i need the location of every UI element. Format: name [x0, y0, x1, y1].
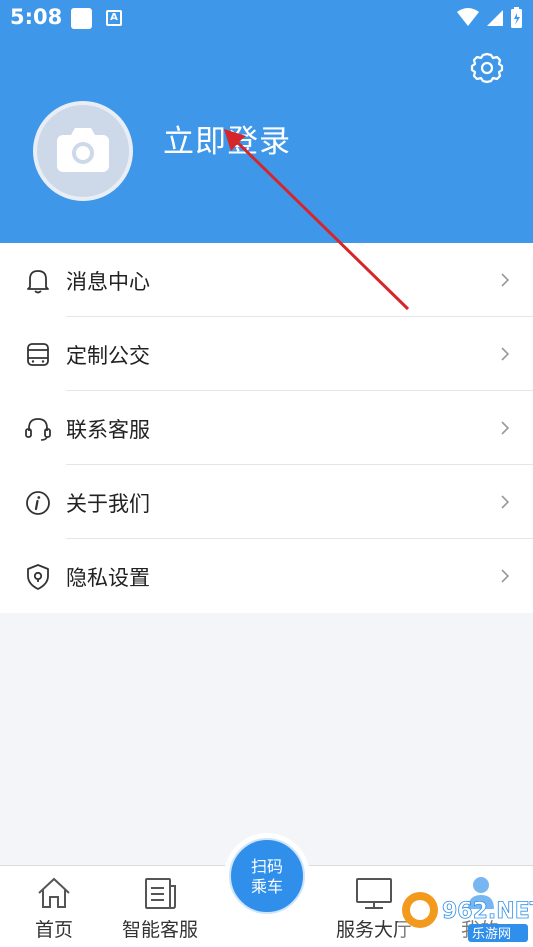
- login-button[interactable]: 立即登录: [163, 116, 291, 161]
- scan-label-line1: 扫码: [250, 857, 283, 876]
- scan-ride-circle: 扫码 乘车: [229, 838, 305, 914]
- gear-icon: [470, 52, 504, 84]
- menu-item-about-us[interactable]: 关于我们: [0, 465, 533, 539]
- signal-icon: [487, 10, 503, 26]
- scan-label-line2: 乘车: [250, 877, 283, 896]
- tab-label: 首页: [34, 919, 73, 941]
- bus-icon: [27, 343, 49, 366]
- menu-item-label: 关于我们: [66, 492, 150, 516]
- menu-item-privacy-settings[interactable]: 隐私设置: [0, 539, 533, 613]
- tab-home[interactable]: 首页: [14, 866, 94, 947]
- menu-item-label: 消息中心: [66, 270, 150, 294]
- menu-list: 消息中心 定制公交 联系客服 关于我们 隐私设置: [0, 243, 533, 613]
- chevron-right-icon: [501, 569, 510, 583]
- menu-item-label: 定制公交: [66, 344, 150, 368]
- menu-item-label: 隐私设置: [66, 566, 150, 590]
- chevron-right-icon: [501, 273, 510, 287]
- notification-icon: [71, 8, 92, 29]
- menu-item-messages[interactable]: 消息中心: [0, 243, 533, 317]
- avatar[interactable]: [33, 101, 133, 201]
- profile-header: 5:08 A 立即登录: [0, 0, 533, 243]
- tab-label: 智能客服: [121, 919, 198, 941]
- svg-text:962.NET: 962.NET: [442, 899, 533, 924]
- tab-smart-service[interactable]: 智能客服: [113, 866, 207, 947]
- camera-icon: [57, 128, 109, 172]
- settings-button[interactable]: [468, 49, 506, 87]
- shield-icon: [27, 564, 49, 590]
- status-icons: [457, 7, 522, 28]
- chevron-right-icon: [501, 495, 510, 509]
- svg-text:乐游网: 乐游网: [472, 927, 511, 942]
- info-icon: [26, 491, 50, 515]
- monitor-icon: [356, 878, 392, 909]
- status-time: 5:08: [10, 5, 63, 29]
- chevron-right-icon: [501, 347, 510, 361]
- wifi-icon: [457, 8, 479, 26]
- bell-icon: [27, 270, 49, 294]
- headset-icon: [25, 418, 51, 441]
- site-watermark-logo: 962.NET 乐游网: [398, 874, 533, 947]
- chevron-right-icon: [501, 421, 510, 435]
- scan-ride-button[interactable]: 扫码 乘车: [224, 833, 310, 919]
- menu-item-contact-support[interactable]: 联系客服: [0, 391, 533, 465]
- menu-item-label: 联系客服: [66, 418, 150, 442]
- menu-item-custom-bus[interactable]: 定制公交: [0, 317, 533, 391]
- a-badge-icon: A: [106, 10, 122, 26]
- home-icon: [38, 877, 70, 908]
- document-icon: [145, 878, 176, 909]
- status-bar: 5:08 A: [0, 0, 533, 36]
